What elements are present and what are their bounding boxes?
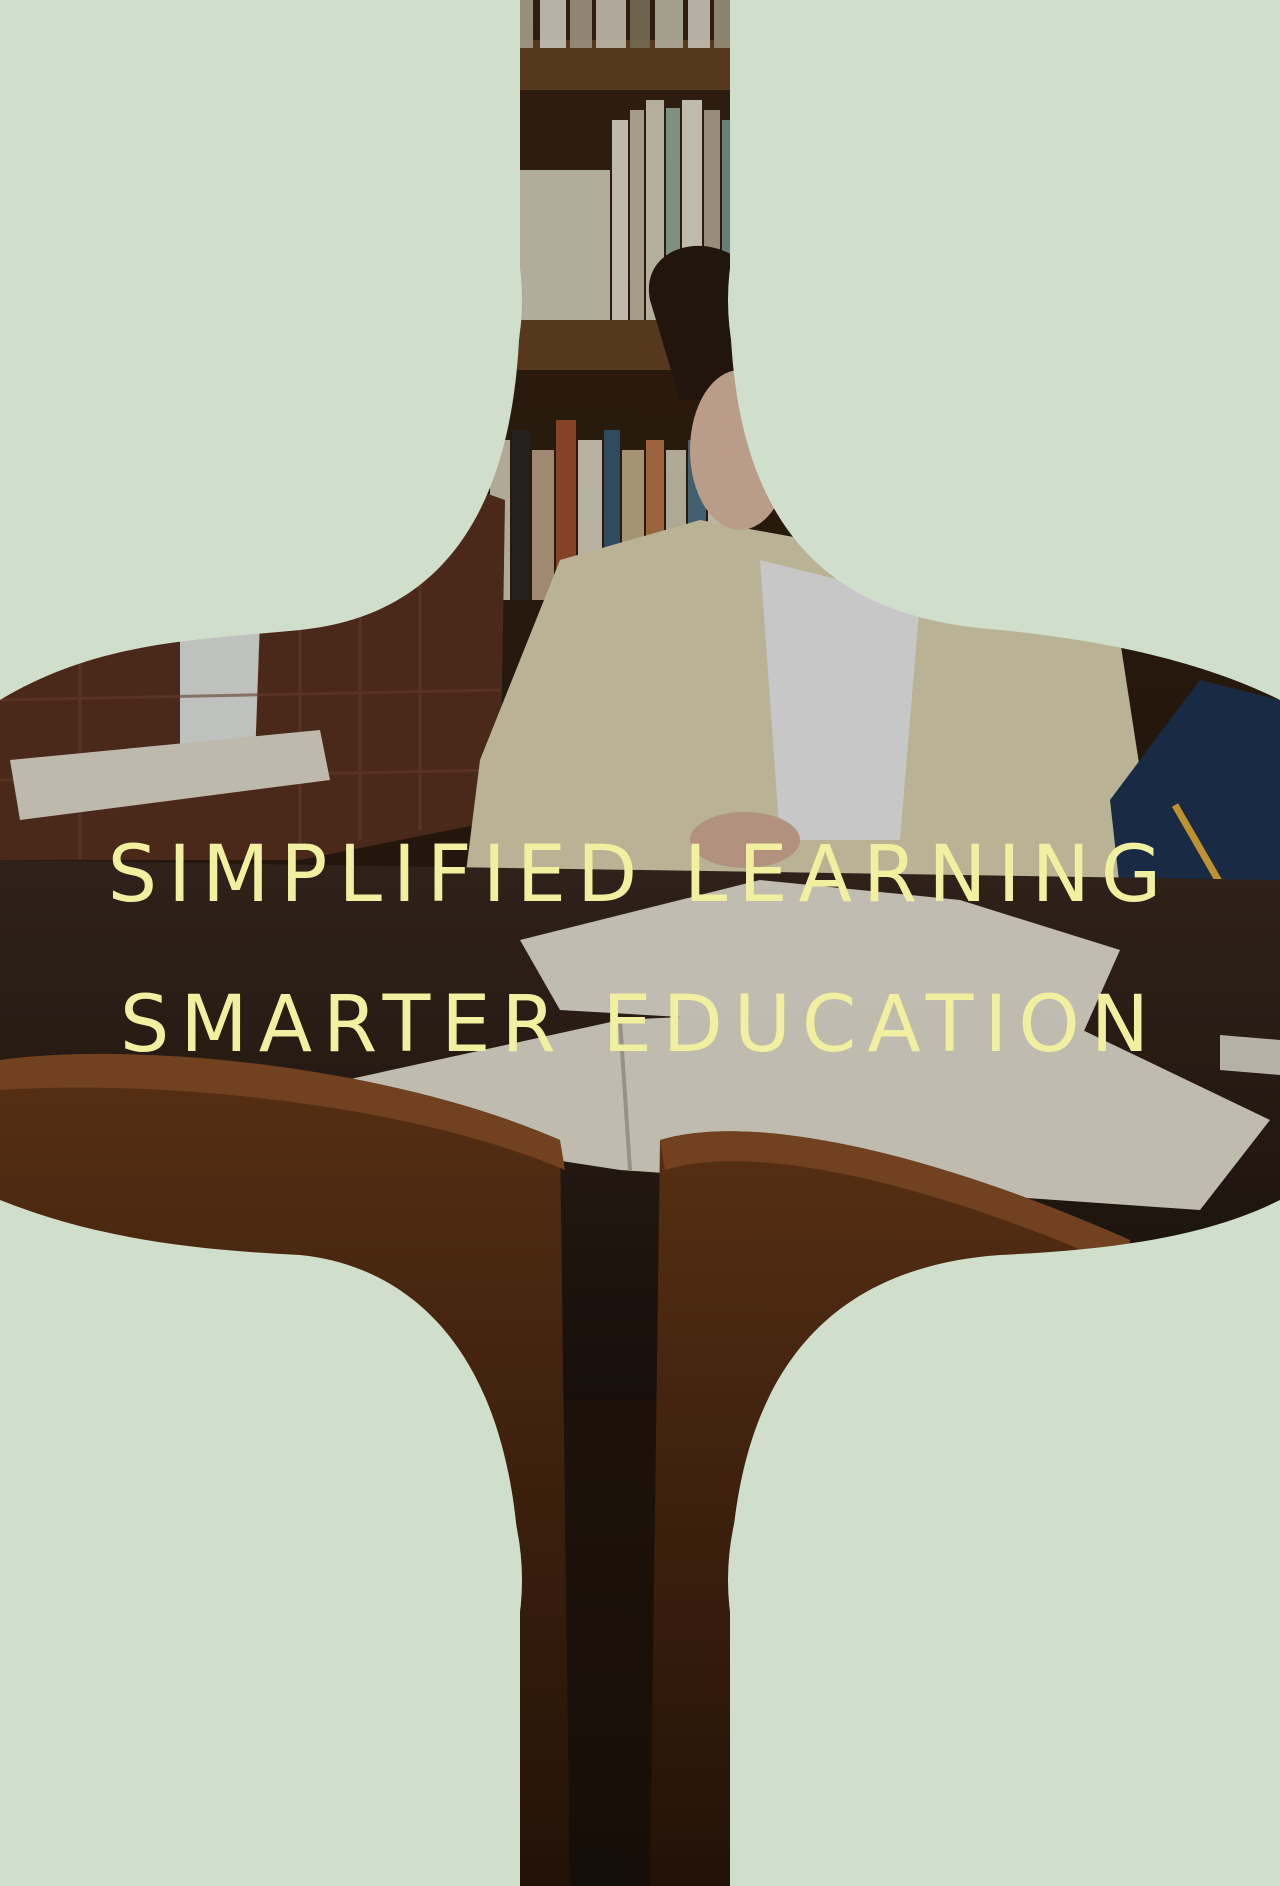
headline-line-1: SIMPLIFIED LEARNING bbox=[107, 830, 1173, 920]
poster: SIMPLIFIED LEARNING SMARTER EDUCATION bbox=[0, 0, 1280, 1886]
headline: SIMPLIFIED LEARNING SMARTER EDUCATION bbox=[0, 800, 1280, 1100]
headline-line-2: SMARTER EDUCATION bbox=[119, 980, 1161, 1070]
